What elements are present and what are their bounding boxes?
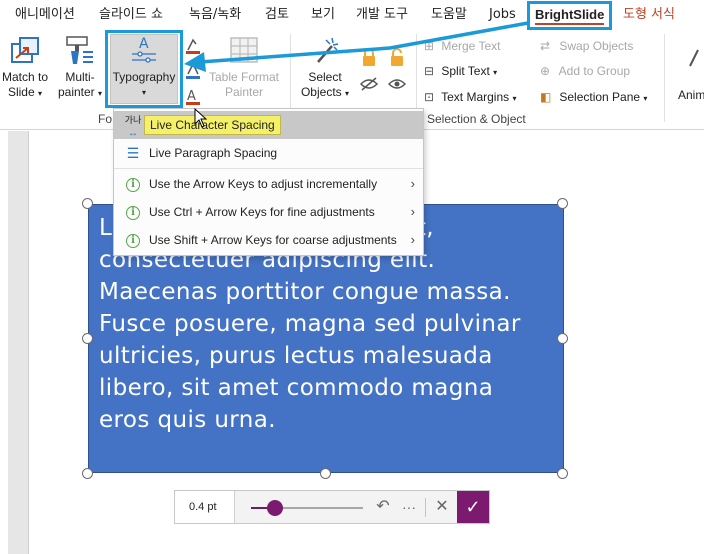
merge-text-button[interactable]: ⊞ Merge Text bbox=[424, 37, 500, 55]
select-objects-label-line1: Select bbox=[308, 70, 342, 84]
animation-icon bbox=[689, 49, 699, 67]
tab-developer[interactable]: 개발 도구 bbox=[356, 0, 408, 30]
select-objects-button[interactable]: Select Objects ▾ bbox=[294, 34, 356, 101]
add-to-group-icon: ⊕ bbox=[540, 64, 551, 78]
live-spacing-slider-bar: 0.4 pt ↶ ··· ✕ ✓ bbox=[174, 490, 490, 524]
slider-thumb[interactable] bbox=[267, 500, 283, 516]
info-icon: i bbox=[123, 198, 143, 226]
text-line: Fusce posuere, magna sed pulvinar bbox=[99, 311, 521, 337]
table-format-painter-label-line2: Painter bbox=[224, 85, 264, 99]
text-format-icons: A bbox=[186, 38, 200, 105]
resize-handle-middle-left[interactable] bbox=[82, 333, 93, 344]
menu-item-live-character-spacing[interactable]: 가나 ↔ Live Character Spacing bbox=[114, 111, 423, 139]
tab-highlight-box bbox=[527, 1, 612, 30]
chevron-down-icon: ▾ bbox=[512, 94, 517, 103]
spacing-value-field[interactable]: 0.4 pt bbox=[175, 491, 235, 523]
paragraph-spacing-icon: ☰ bbox=[126, 145, 140, 161]
selection-pane-button[interactable]: ◧ Selection Pane ▾ bbox=[540, 88, 647, 106]
menu-separator bbox=[114, 168, 423, 169]
add-to-group-button[interactable]: ⊕ Add to Group bbox=[540, 62, 630, 80]
menu-item-label: Live Paragraph Spacing bbox=[149, 146, 278, 160]
text-line: eros quis urna. bbox=[99, 407, 276, 433]
chevron-down-icon: ▾ bbox=[38, 89, 43, 98]
chevron-right-icon: › bbox=[410, 232, 415, 247]
menu-item-live-paragraph-spacing[interactable]: ☰ Live Paragraph Spacing bbox=[114, 139, 423, 167]
confirm-checkmark-button[interactable]: ✓ bbox=[457, 491, 489, 523]
chevron-down-icon: ▾ bbox=[643, 94, 648, 103]
tab-record[interactable]: 녹음/녹화 bbox=[189, 0, 241, 30]
match-to-slide-button[interactable]: Match to Slide ▾ bbox=[0, 34, 50, 101]
text-line: libero, sit amet commodo magna bbox=[99, 375, 494, 401]
typography-highlight-box bbox=[105, 30, 183, 108]
resize-handle-middle-right[interactable] bbox=[557, 333, 568, 344]
text-line: ultricies, purus lectus malesuada bbox=[99, 343, 493, 369]
menu-item-label: Live Character Spacing bbox=[144, 115, 281, 135]
lock-visibility-icons bbox=[360, 48, 407, 91]
svg-text:A: A bbox=[187, 89, 196, 104]
menu-item-shift-arrow-info[interactable]: i Use Shift + Arrow Keys for coarse adju… bbox=[114, 226, 423, 254]
chevron-down-icon: ▾ bbox=[345, 89, 350, 98]
swap-objects-icon: ⇄ bbox=[540, 39, 551, 53]
chevron-right-icon: › bbox=[410, 176, 415, 191]
menu-item-ctrl-arrow-info[interactable]: i Use Ctrl + Arrow Keys for fine adjustm… bbox=[114, 198, 423, 226]
table-icon bbox=[230, 37, 258, 63]
cancel-icon[interactable]: ✕ bbox=[430, 491, 454, 523]
multi-painter-label-line2: painter ▾ bbox=[57, 85, 103, 99]
ribbon-separator bbox=[664, 34, 665, 122]
match-to-slide-label-line2: Slide ▾ bbox=[7, 85, 43, 99]
table-format-painter-label-line1: Table Format bbox=[208, 70, 280, 84]
info-icon: i bbox=[123, 226, 143, 254]
match-to-slide-label-line1: Match to bbox=[1, 70, 49, 84]
tab-review[interactable]: 검토 bbox=[265, 0, 289, 30]
multi-painter-button[interactable]: Multi- painter ▾ bbox=[54, 34, 106, 101]
undo-icon[interactable]: ↶ bbox=[371, 491, 395, 523]
tab-animations[interactable]: 애니메이션 bbox=[15, 0, 75, 30]
tab-shape-format[interactable]: 도형 서식 bbox=[623, 0, 675, 30]
tab-slide-show[interactable]: 슬라이드 쇼 bbox=[99, 0, 163, 30]
more-options-icon[interactable]: ··· bbox=[397, 491, 421, 523]
tab-help[interactable]: 도움말 bbox=[431, 0, 467, 30]
table-format-painter-button[interactable]: Table Format Painter bbox=[204, 34, 284, 100]
split-text-icon: ⊟ bbox=[424, 64, 435, 78]
magic-wand-icon bbox=[317, 37, 339, 63]
group-label-selection: Selection & Object bbox=[427, 112, 526, 126]
menu-item-arrow-keys-info[interactable]: i Use the Arrow Keys to adjust increment… bbox=[114, 170, 423, 198]
mouse-cursor-icon bbox=[194, 108, 208, 128]
chevron-down-icon: ▾ bbox=[98, 89, 103, 98]
chevron-down-icon: ▾ bbox=[493, 68, 498, 77]
resize-handle-bottom-left[interactable] bbox=[82, 468, 93, 479]
split-text-button[interactable]: ⊟ Split Text ▾ bbox=[424, 62, 497, 80]
tab-jobs[interactable]: Jobs bbox=[489, 0, 516, 30]
text-margins-icon: ⊡ bbox=[424, 90, 435, 104]
resize-handle-bottom-middle[interactable] bbox=[320, 468, 331, 479]
menu-item-label: Use Shift + Arrow Keys for coarse adjust… bbox=[149, 233, 397, 247]
resize-handle-bottom-right[interactable] bbox=[557, 468, 568, 479]
animation-button-label[interactable]: Anim bbox=[678, 86, 704, 104]
multi-painter-label-line1: Multi- bbox=[65, 70, 95, 84]
checkmark-icon: ✓ bbox=[465, 497, 481, 517]
character-spacing-icon: 가나 ↔ bbox=[124, 116, 142, 139]
match-to-slide-icon bbox=[11, 37, 39, 63]
merge-text-icon: ⊞ bbox=[424, 39, 435, 53]
typography-dropdown-menu: 가나 ↔ Live Character Spacing ☰ Live Paragr… bbox=[113, 108, 424, 256]
menu-item-label: Use the Arrow Keys to adjust incremental… bbox=[149, 177, 378, 191]
resize-handle-top-left[interactable] bbox=[82, 198, 93, 209]
tab-view[interactable]: 보기 bbox=[311, 0, 335, 30]
select-objects-label-line2: Objects ▾ bbox=[300, 85, 350, 99]
text-line: Maecenas porttitor congue massa. bbox=[99, 279, 511, 305]
group-label-format: Fo bbox=[98, 112, 113, 126]
menu-item-label: Use Ctrl + Arrow Keys for fine adjustmen… bbox=[149, 205, 375, 219]
selection-pane-icon: ◧ bbox=[540, 90, 552, 104]
chevron-right-icon: › bbox=[410, 204, 415, 219]
slide-gutter bbox=[0, 131, 8, 554]
toolbar-separator bbox=[425, 498, 426, 517]
resize-handle-top-right[interactable] bbox=[557, 198, 568, 209]
swap-objects-button[interactable]: ⇄ Swap Objects bbox=[540, 37, 633, 55]
multi-painter-icon bbox=[66, 36, 93, 64]
text-margins-button[interactable]: ⊡ Text Margins ▾ bbox=[424, 88, 517, 106]
info-icon: i bbox=[123, 170, 143, 198]
